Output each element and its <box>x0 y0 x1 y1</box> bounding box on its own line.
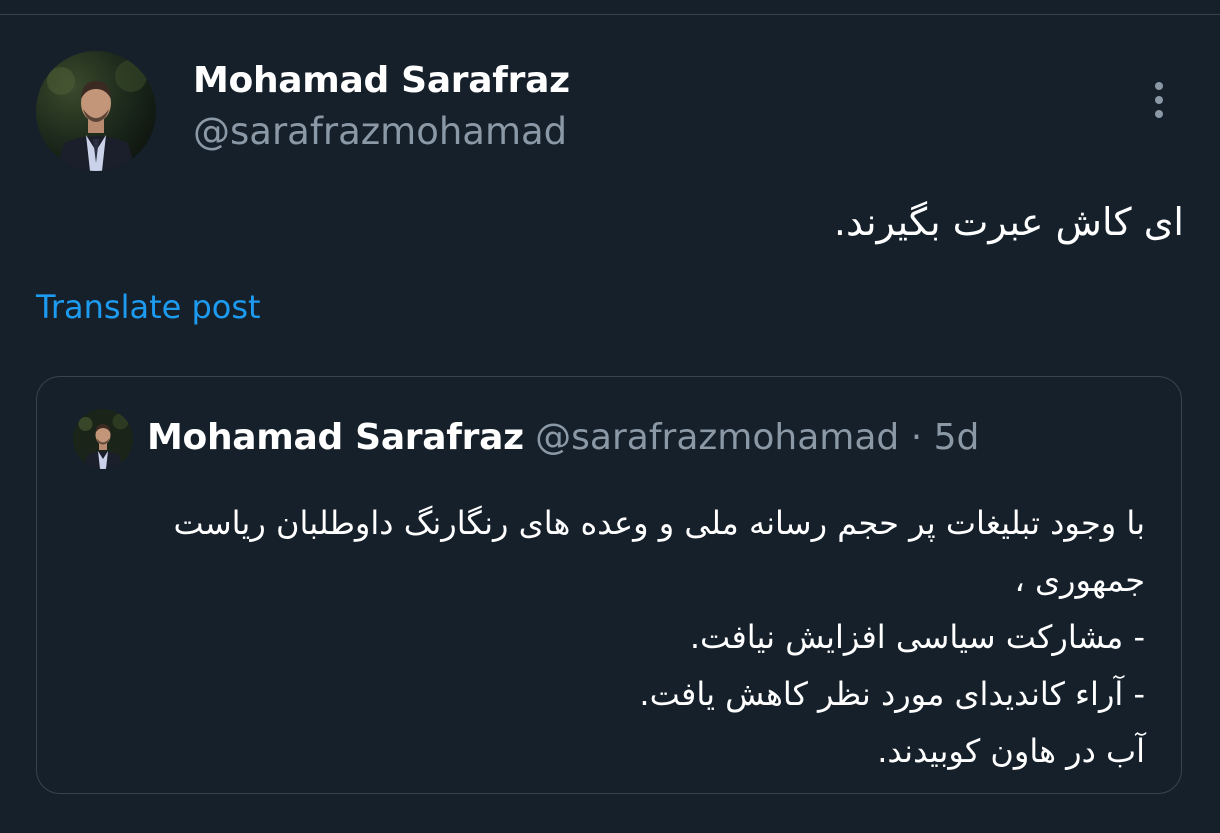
author-display-name[interactable]: Mohamad Sarafraz <box>193 60 570 101</box>
translate-post-link[interactable]: Translate post <box>36 288 261 326</box>
author-handle[interactable]: @sarafrazmohamad <box>193 110 567 153</box>
top-divider <box>0 14 1220 15</box>
quoted-author-name[interactable]: Mohamad Sarafraz <box>147 417 524 458</box>
quoted-text-line: با وجود تبلیغات پر حجم رسانه ملی و وعده … <box>173 504 1145 542</box>
quoted-author-avatar[interactable] <box>73 409 133 469</box>
tweet-view: Mohamad Sarafraz @sarafrazmohamad ای کاش… <box>0 0 1220 833</box>
quoted-text-line: جمهوری ، <box>1014 561 1145 599</box>
quoted-author-handle[interactable]: @sarafrazmohamad <box>535 417 899 458</box>
author-avatar[interactable] <box>36 51 156 171</box>
post-text: ای کاش عبرت بگیرند. <box>833 200 1184 244</box>
more-options-button[interactable] <box>1140 78 1180 122</box>
quoted-post-text: با وجود تبلیغات پر حجم رسانه ملی و وعده … <box>65 495 1145 780</box>
quoted-post-card[interactable]: Mohamad Sarafraz @sarafrazmohamad · 5d ب… <box>36 376 1182 794</box>
quoted-text-line: آب در هاون کوبیدند. <box>877 732 1145 770</box>
quoted-text-line: - آراء کاندیدای مورد نظر کاهش یافت. <box>639 675 1145 713</box>
quoted-text-line: - مشارکت سیاسی افزایش نیافت. <box>689 618 1145 656</box>
quoted-post-header: Mohamad Sarafraz @sarafrazmohamad · 5d <box>147 417 979 458</box>
quoted-post-time[interactable]: 5d <box>934 417 980 458</box>
header-separator: · <box>910 417 923 458</box>
